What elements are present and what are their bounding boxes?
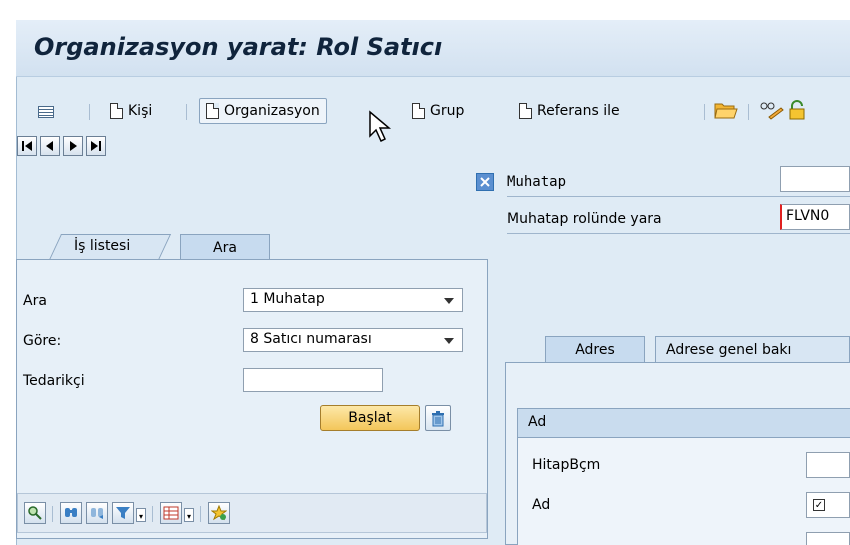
- document-icon: [519, 103, 532, 119]
- mouse-cursor-icon: [368, 110, 394, 148]
- first-record-button[interactable]: [17, 136, 37, 156]
- document-icon: [412, 103, 425, 119]
- toolbar-separator: [200, 506, 201, 522]
- create-organization-label: Organizasyon: [224, 103, 320, 119]
- name-input[interactable]: ✓: [806, 492, 850, 518]
- document-icon: [206, 103, 219, 119]
- next-field-input[interactable]: [806, 532, 850, 545]
- role-label: Muhatap rolünde yara: [507, 211, 662, 227]
- find-next-icon[interactable]: [86, 502, 108, 524]
- application-toolbar: Kişi Organizasyon Grup Referans ile: [16, 90, 850, 134]
- supplier-input[interactable]: [243, 368, 383, 392]
- start-search-label: Başlat: [348, 410, 392, 426]
- last-record-button[interactable]: [86, 136, 106, 156]
- create-person-label: Kişi: [128, 103, 153, 119]
- create-organization-button[interactable]: Organizasyon: [199, 98, 327, 124]
- toolbar-separator: [52, 506, 53, 522]
- find-icon[interactable]: [60, 502, 82, 524]
- close-icon[interactable]: [476, 173, 494, 191]
- name-section-body: [517, 438, 850, 545]
- lock-icon[interactable]: [788, 100, 806, 120]
- create-person-button[interactable]: Kişi: [104, 98, 158, 124]
- list-view-icon[interactable]: [38, 106, 54, 118]
- search-by-label: Ara: [23, 293, 47, 309]
- document-icon: [110, 103, 123, 119]
- name-section-title: Ad: [528, 414, 547, 430]
- search-criteria-dropdown[interactable]: 8 Satıcı numarası: [243, 328, 463, 352]
- tab-search-label: Ara: [213, 239, 237, 256]
- filter-icon[interactable]: [112, 502, 134, 524]
- tab-address-label: Adres: [575, 341, 615, 358]
- tab-worklist-label: İş listesi: [74, 238, 131, 254]
- divider: [507, 196, 850, 197]
- details-icon[interactable]: [24, 502, 46, 524]
- layout-icon[interactable]: [160, 502, 182, 524]
- toolbar-separator: [152, 506, 153, 522]
- search-criteria-label: Göre:: [23, 333, 62, 349]
- divider: [507, 233, 850, 234]
- role-input[interactable]: FLVN0: [780, 204, 850, 230]
- tab-address[interactable]: Adres: [545, 336, 645, 362]
- tab-address-overview-label: Adrese genel bakı: [666, 341, 792, 358]
- supplier-label: Tedarikçi: [23, 373, 85, 389]
- role-value: FLVN0: [786, 208, 830, 224]
- layout-dropdown-icon[interactable]: ▾: [184, 508, 194, 522]
- next-record-button[interactable]: [63, 136, 83, 156]
- tab-address-overview[interactable]: Adrese genel bakı: [655, 336, 850, 362]
- start-search-button[interactable]: Başlat: [320, 405, 420, 431]
- name-section-header: Ad: [517, 408, 850, 438]
- trash-icon[interactable]: [425, 405, 451, 431]
- previous-record-button[interactable]: [40, 136, 60, 156]
- results-grid-toolbar: ▾ ▾: [17, 493, 487, 533]
- salutation-label: HitapBçm: [532, 457, 601, 473]
- name-label: Ad: [532, 497, 551, 513]
- checkbox-icon[interactable]: ✓: [813, 499, 825, 511]
- search-type-value: 1 Muhatap: [250, 291, 325, 307]
- title-bar: Organizasyon yarat: Rol Satıcı: [16, 20, 850, 77]
- create-with-reference-button[interactable]: Referans ile: [513, 98, 626, 124]
- chevron-down-icon: [444, 338, 454, 344]
- toolbar-separator: [89, 104, 90, 120]
- page-title: Organizasyon yarat: Rol Satıcı: [34, 33, 443, 61]
- search-criteria-value: 8 Satıcı numarası: [250, 331, 372, 347]
- glasses-pen-icon[interactable]: [759, 100, 785, 120]
- add-favorite-icon[interactable]: [208, 502, 230, 524]
- create-group-button[interactable]: Grup: [406, 98, 470, 124]
- open-folder-icon[interactable]: [714, 100, 738, 120]
- create-with-reference-label: Referans ile: [537, 103, 620, 119]
- business-partner-label: Muhatap: [507, 174, 567, 190]
- tab-search[interactable]: Ara: [180, 234, 270, 260]
- create-group-label: Grup: [430, 103, 465, 119]
- chevron-down-icon: [444, 298, 454, 304]
- toolbar-separator: [704, 104, 705, 120]
- toolbar-separator: [186, 104, 187, 120]
- salutation-input[interactable]: [806, 452, 850, 478]
- filter-dropdown-icon[interactable]: ▾: [136, 508, 146, 522]
- search-type-dropdown[interactable]: 1 Muhatap: [243, 288, 463, 312]
- toolbar-separator: [748, 104, 749, 120]
- business-partner-input[interactable]: [780, 166, 850, 192]
